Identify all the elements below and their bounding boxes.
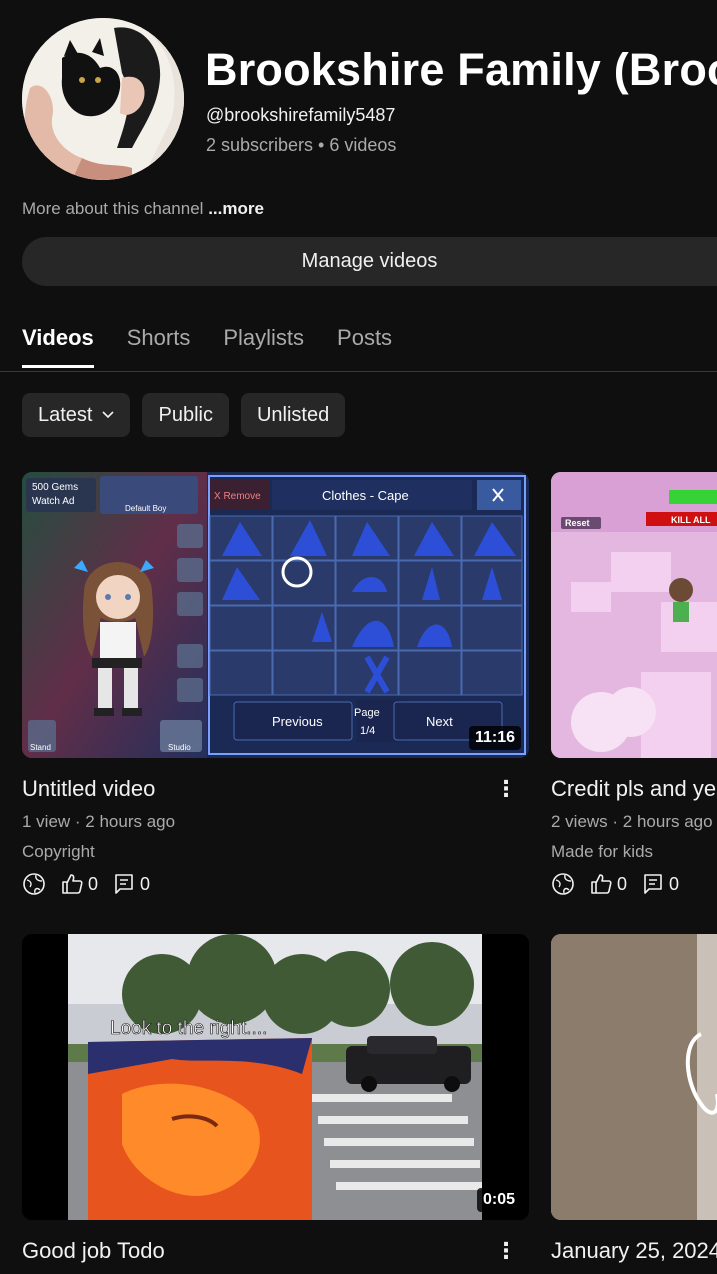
page-text: Page — [354, 707, 380, 719]
likes-count: 0 — [88, 873, 99, 894]
roblox-thumbnail-art: Reset KILL ALL — [551, 472, 717, 758]
caption-text: Look to the right.... — [110, 1018, 267, 1039]
next-text: Next — [426, 714, 453, 729]
kill-all-text: KILL ALL — [671, 515, 711, 525]
video-title[interactable]: January 25, 2024 — [551, 1238, 717, 1264]
video-title[interactable]: Untitled video — [22, 776, 155, 802]
likes-group: 0 — [60, 872, 98, 896]
likes-count: 0 — [617, 873, 628, 894]
thumbs-up-icon — [591, 874, 612, 894]
video-duration: 11:16 — [468, 726, 521, 750]
video-thumbnail[interactable]: 500 Gems Watch Ad Default Boy X Remove C… — [22, 472, 529, 758]
tabs-divider — [0, 371, 717, 372]
video-meta: 2 views · 2 hours ago — [551, 812, 713, 831]
tab-playlists[interactable]: Playlists — [223, 325, 304, 368]
comment-icon — [644, 874, 662, 894]
sort-label: Latest — [38, 403, 93, 426]
channel-tabs: Videos Shorts Playlists Posts — [22, 325, 392, 368]
likes-group: 0 — [589, 872, 627, 896]
about-channel-link[interactable]: More about this channel ...more — [22, 199, 264, 219]
video-restriction-note: Made for kids — [551, 842, 654, 861]
more-actions-icon[interactable]: ⋮ — [495, 1238, 517, 1264]
public-chip[interactable]: Public — [142, 393, 229, 437]
tab-videos[interactable]: Videos — [22, 325, 94, 368]
clothes-text: Clothes - Cape — [322, 488, 409, 503]
channel-page: Brookshire Family (Brookshire Family) @b… — [0, 0, 717, 1274]
channel-avatar[interactable] — [22, 18, 184, 180]
comment-icon — [115, 874, 133, 894]
globe-icon — [23, 873, 45, 895]
video-card[interactable]: January 25, 2024 — [551, 934, 717, 1263]
stand-text: Stand — [30, 743, 51, 752]
globe-icon — [552, 873, 574, 895]
avatar-artwork — [22, 18, 184, 180]
street-thumbnail-art: Look to the right.... — [22, 934, 529, 1220]
video-card[interactable]: Look to the right.... 0:05 Good job Todo… — [22, 934, 529, 1263]
video-title[interactable]: Good job Todo — [22, 1238, 165, 1264]
video-card[interactable]: Reset KILL ALL Credit pls and yes 2 view… — [551, 472, 717, 895]
default-boy-text: Default Boy — [125, 504, 166, 513]
chevron-down-icon — [102, 411, 115, 419]
comments-group: 0 — [641, 872, 679, 896]
thumbs-up-icon — [62, 874, 83, 894]
video-thumbnail[interactable]: Reset KILL ALL — [551, 472, 717, 758]
video-restriction-note: Copyright — [22, 842, 95, 861]
more-actions-icon[interactable]: ⋮ — [495, 776, 517, 802]
video-stats-row: 0 0 — [551, 872, 679, 896]
manage-videos-button[interactable]: Manage videos — [22, 237, 717, 286]
tab-shorts[interactable]: Shorts — [127, 325, 191, 368]
channel-stats: 2 subscribers • 6 videos — [206, 135, 397, 155]
video-thumbnail[interactable] — [551, 934, 717, 1220]
video-duration: 0:05 — [476, 1188, 521, 1212]
tab-posts[interactable]: Posts — [337, 325, 392, 368]
channel-name: Brookshire Family (Brookshire Family) — [205, 44, 717, 95]
studio-text: Studio — [168, 743, 191, 752]
video-meta: 1 view · 2 hours ago — [22, 812, 176, 831]
reset-text: Reset — [565, 518, 590, 528]
previous-text: Previous — [272, 714, 323, 729]
gacha-thumbnail-art: 500 Gems Watch Ad Default Boy X Remove C… — [22, 472, 529, 758]
channel-handle: @brookshirefamily5487 — [206, 105, 396, 125]
comments-count: 0 — [140, 873, 151, 894]
more-link[interactable]: ...more — [208, 199, 264, 218]
watch-ad-text: Watch Ad — [32, 496, 74, 507]
video-title[interactable]: Credit pls and yes — [551, 776, 717, 802]
comments-group: 0 — [112, 872, 150, 896]
about-text: More about this channel — [22, 199, 204, 218]
page-num-text: 1/4 — [360, 725, 375, 737]
video-stats-row: 0 0 — [22, 872, 150, 896]
video-card[interactable]: 500 Gems Watch Ad Default Boy X Remove C… — [22, 472, 529, 895]
video-thumbnail[interactable]: Look to the right.... 0:05 — [22, 934, 529, 1220]
gems-text: 500 Gems — [32, 482, 78, 493]
filter-chips: Latest Public Unlisted — [22, 393, 346, 437]
room-thumbnail-art — [551, 934, 717, 1220]
remove-text: X Remove — [214, 491, 261, 502]
unlisted-chip[interactable]: Unlisted — [240, 393, 346, 437]
sort-latest-chip[interactable]: Latest — [22, 393, 131, 437]
comments-count: 0 — [669, 873, 680, 894]
